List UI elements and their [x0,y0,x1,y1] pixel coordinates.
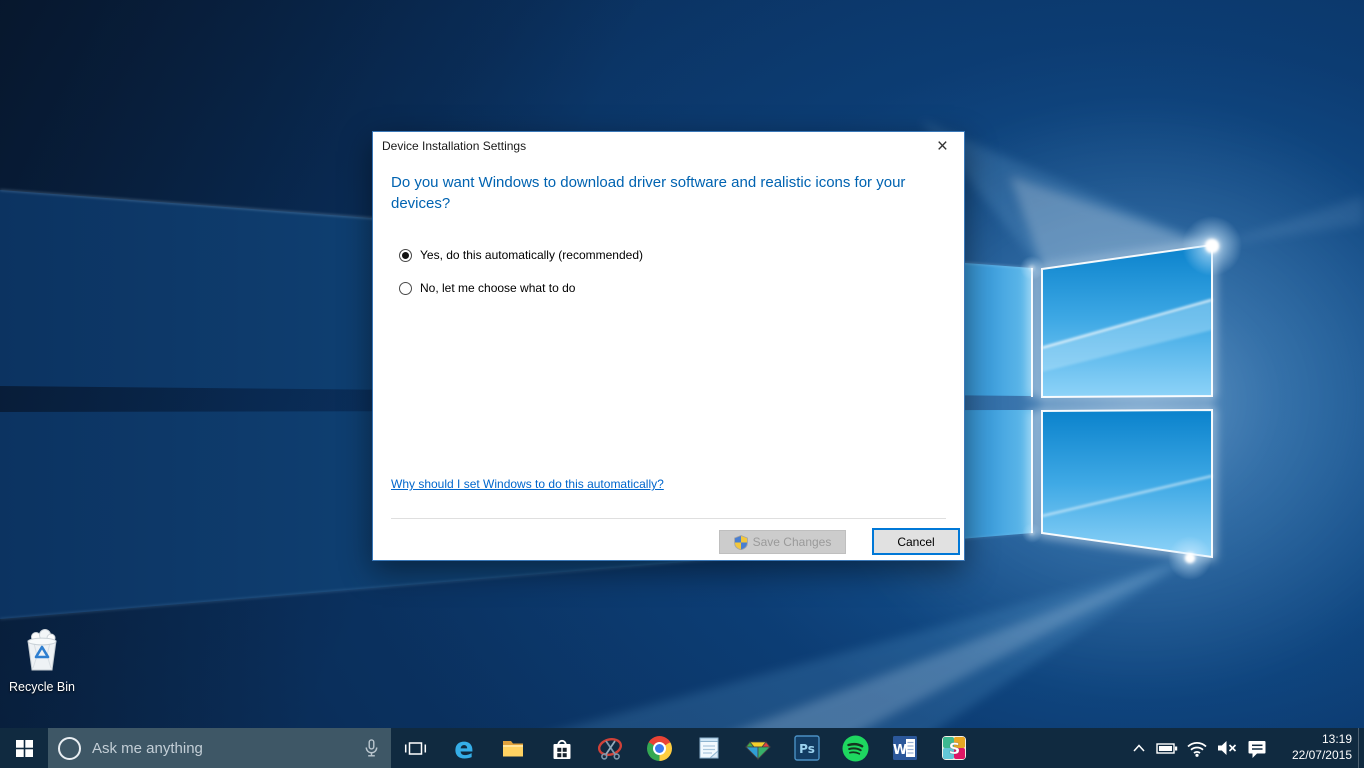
system-tray: 13:19 22/07/2015 [1126,728,1364,768]
microphone-icon[interactable] [362,738,381,758]
taskbar-app-gem[interactable] [733,728,782,768]
notepad-icon [696,735,722,761]
uac-shield-icon [734,535,748,550]
tray-chevron-button[interactable] [1126,728,1152,768]
save-changes-label: Save Changes [753,535,832,549]
taskbar-app-chrome[interactable] [635,728,684,768]
separator [391,518,946,519]
start-button[interactable] [0,728,48,768]
gem-icon [745,735,771,761]
taskbar-app-file-explorer[interactable] [488,728,537,768]
task-view-icon [404,739,427,758]
windows-start-icon [16,740,33,757]
tray-volume-button[interactable] [1212,728,1242,768]
action-center-icon [1245,736,1269,760]
taskbar-app-store[interactable] [537,728,586,768]
store-icon [549,735,575,762]
spotify-icon [842,735,869,762]
radio-option-yes[interactable]: Yes, do this automatically (recommended) [399,247,643,263]
volume-muted-icon [1215,736,1239,760]
cancel-button[interactable]: Cancel [872,528,960,555]
tray-action-center-button[interactable] [1242,728,1272,768]
chrome-icon [647,736,672,761]
snipping-tool-icon [597,735,624,762]
wifi-icon [1185,736,1209,760]
desktop: Recycle Bin Device Installation Settings… [0,0,1364,728]
close-icon[interactable]: × [931,135,954,159]
recycle-bin[interactable]: Recycle Bin [8,626,76,694]
chevron-up-icon [1130,739,1148,757]
radio-option-yes-label: Yes, do this automatically (recommended) [420,248,643,262]
word-icon: W [892,735,918,761]
dialog-question: Do you want Windows to download driver s… [391,172,943,215]
cortana-icon [58,737,81,760]
cancel-label: Cancel [897,535,934,549]
recycle-bin-label: Recycle Bin [8,680,76,694]
tray-date: 22/07/2015 [1280,748,1352,764]
tray-wifi-button[interactable] [1182,728,1212,768]
tray-battery-button[interactable] [1152,728,1182,768]
taskbar-app-edge[interactable]: e [439,728,488,768]
why-automatic-link[interactable]: Why should I set Windows to do this auto… [391,477,664,491]
dialog-title: Device Installation Settings [382,139,526,153]
radio-option-no[interactable]: No, let me choose what to do [399,280,575,296]
taskbar-app-slack[interactable]: S [929,728,978,768]
device-installation-dialog: Device Installation Settings × Do you wa… [372,131,965,561]
svg-text:Ps: Ps [799,742,815,756]
tray-time: 13:19 [1280,732,1352,748]
svg-text:S: S [948,739,960,758]
photoshop-icon: Ps [794,735,820,761]
battery-icon [1155,736,1179,760]
radio-button-no[interactable] [399,282,412,295]
svg-text:W: W [892,743,906,758]
search-input[interactable] [90,739,353,758]
recycle-bin-icon [18,626,66,674]
tray-clock[interactable]: 13:19 22/07/2015 [1280,732,1352,763]
show-desktop-button[interactable] [1358,728,1364,768]
taskbar-app-word[interactable]: W [880,728,929,768]
edge-icon: e [450,734,478,762]
file-explorer-icon [500,735,526,761]
taskbar: e [0,728,1364,768]
cortana-search-box[interactable] [48,728,391,768]
taskbar-app-photoshop[interactable]: Ps [782,728,831,768]
taskbar-app-notepad[interactable] [684,728,733,768]
taskbar-app-spotify[interactable] [831,728,880,768]
task-view-button[interactable] [391,728,439,768]
radio-button-yes[interactable] [399,249,412,262]
taskbar-spacer [978,728,1126,768]
save-changes-button[interactable]: Save Changes [719,530,846,554]
radio-option-no-label: No, let me choose what to do [420,281,575,295]
svg-text:e: e [454,734,474,762]
slack-icon: S [941,735,967,761]
taskbar-app-snipping-tool[interactable] [586,728,635,768]
